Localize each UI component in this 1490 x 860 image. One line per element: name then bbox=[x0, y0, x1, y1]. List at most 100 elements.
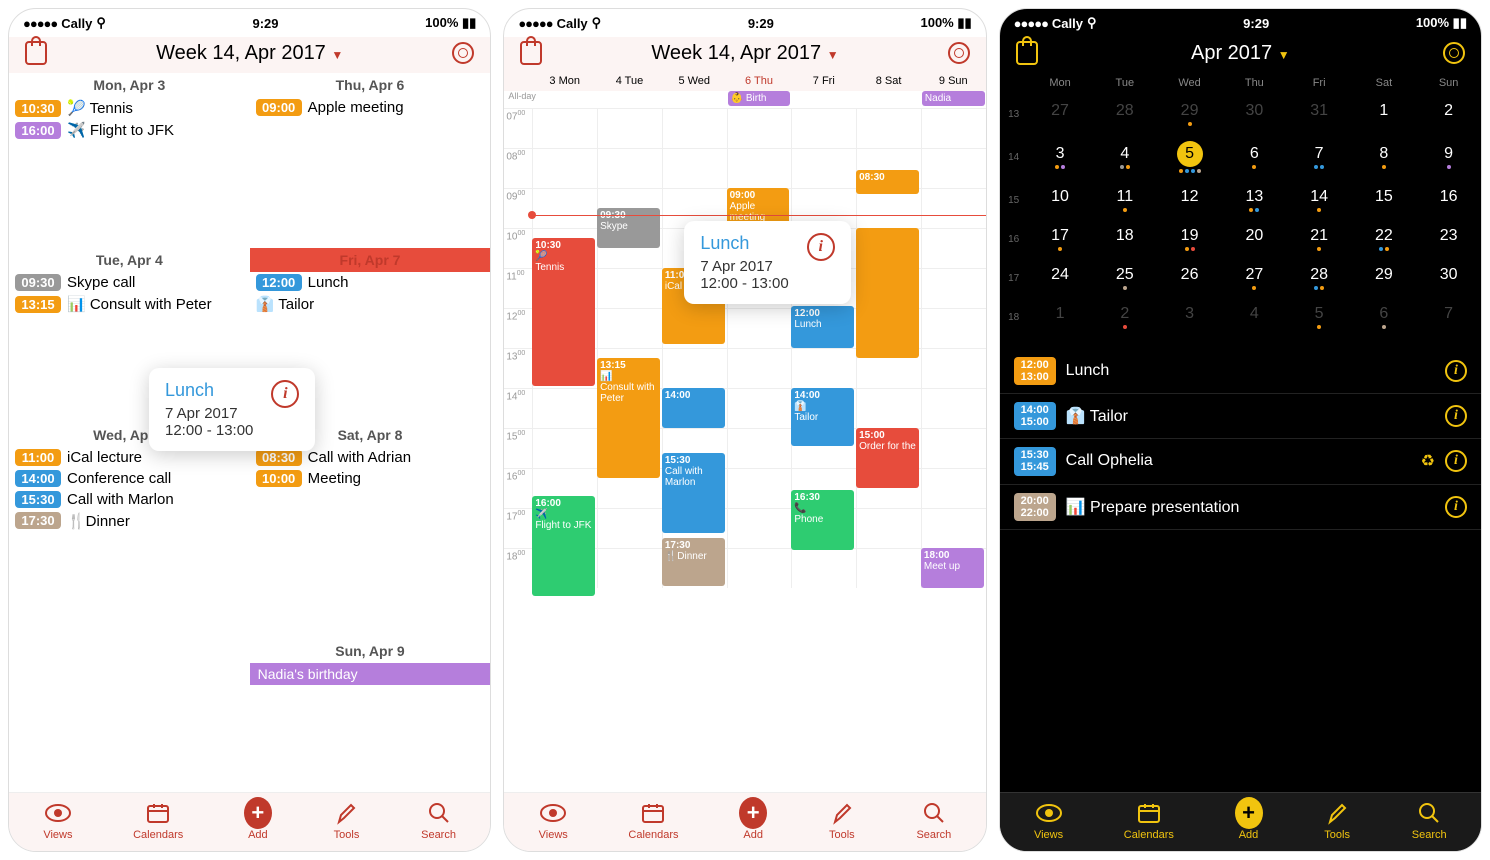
info-icon[interactable]: i bbox=[1445, 405, 1467, 427]
event-popup[interactable]: Lunch7 Apr 201712:00 - 13:00i bbox=[684, 221, 850, 304]
event[interactable]: 10:30🎾Tennis bbox=[532, 238, 595, 386]
tab-calendars[interactable]: Calendars bbox=[628, 799, 678, 841]
event[interactable]: 13:15📊Consult with Peter bbox=[597, 358, 660, 478]
day-cell[interactable]: 3 bbox=[1028, 143, 1093, 172]
tab-tools[interactable]: Tools bbox=[1323, 799, 1351, 841]
tab-add[interactable]: +Add bbox=[1235, 799, 1263, 841]
event[interactable]: 08:30 bbox=[856, 170, 919, 194]
tab-search[interactable]: Search bbox=[916, 799, 951, 841]
day-cell[interactable]: 11 bbox=[1092, 186, 1157, 215]
day-cell[interactable]: 31 bbox=[1287, 100, 1352, 129]
event[interactable]: 14:00Conference call bbox=[9, 468, 250, 489]
gear-icon[interactable] bbox=[1443, 42, 1465, 64]
day-cell[interactable]: 3 bbox=[1157, 303, 1222, 332]
shop-icon[interactable] bbox=[520, 41, 542, 65]
day-cell[interactable]: 28 bbox=[1092, 100, 1157, 129]
shop-icon[interactable] bbox=[25, 41, 47, 65]
info-icon[interactable]: i bbox=[1445, 496, 1467, 518]
event-popup[interactable]: Lunch7 Apr 201712:00 - 13:00i bbox=[149, 368, 315, 451]
day-cell[interactable]: 14 bbox=[1287, 186, 1352, 215]
day-cell[interactable]: 28 bbox=[1287, 264, 1352, 293]
day-cell[interactable]: 16 bbox=[1416, 186, 1481, 215]
tab-search[interactable]: Search bbox=[1412, 799, 1447, 841]
tab-calendars[interactable]: Calendars bbox=[1124, 799, 1174, 841]
event[interactable]: 15:30Call with Marlon bbox=[662, 453, 725, 533]
day-cell[interactable]: 17 bbox=[1028, 225, 1093, 254]
tab-add[interactable]: +Add bbox=[739, 799, 767, 841]
event[interactable]: 20:0022:00📊 Prepare presentationi bbox=[1000, 485, 1481, 530]
allday-event[interactable]: Nadia's birthday bbox=[250, 663, 491, 685]
day-cell[interactable]: 26 bbox=[1157, 264, 1222, 293]
tab-views[interactable]: Views bbox=[539, 799, 568, 841]
day-cell[interactable]: 20 bbox=[1222, 225, 1287, 254]
day-cell[interactable]: 9 bbox=[1416, 143, 1481, 172]
event[interactable]: 14:00 bbox=[662, 388, 725, 428]
allday-event[interactable]: Nadia bbox=[922, 91, 985, 106]
day-cell[interactable]: 7 bbox=[1416, 303, 1481, 332]
event[interactable]: 16:00✈️ Flight to JFK bbox=[9, 119, 250, 141]
event[interactable]: 15:00Order for the bbox=[856, 428, 919, 488]
day-cell[interactable]: 13 bbox=[1222, 186, 1287, 215]
event[interactable]: 14:0015:00👔 Tailori bbox=[1000, 394, 1481, 439]
day-cell[interactable]: 23 bbox=[1416, 225, 1481, 254]
day-cell[interactable]: 18 bbox=[1092, 225, 1157, 254]
day-cell[interactable]: 4 bbox=[1092, 143, 1157, 172]
day-cell[interactable]: 19 bbox=[1157, 225, 1222, 254]
day-cell[interactable]: 8 bbox=[1351, 143, 1416, 172]
info-icon[interactable]: i bbox=[807, 233, 835, 261]
info-icon[interactable]: i bbox=[1445, 360, 1467, 382]
tab-views[interactable]: Views bbox=[1034, 799, 1063, 841]
day-cell[interactable]: 2 bbox=[1092, 303, 1157, 332]
day-cell[interactable]: 7 bbox=[1287, 143, 1352, 172]
tab-views[interactable]: Views bbox=[43, 799, 72, 841]
day-cell[interactable]: 25 bbox=[1092, 264, 1157, 293]
gear-icon[interactable] bbox=[948, 42, 970, 64]
event[interactable]: 👔 Tailor bbox=[250, 293, 491, 315]
event[interactable]: 12:00Lunch bbox=[250, 272, 491, 293]
tab-search[interactable]: Search bbox=[421, 799, 456, 841]
day-cell[interactable]: 6 bbox=[1351, 303, 1416, 332]
day-cell[interactable]: 29 bbox=[1351, 264, 1416, 293]
shop-icon[interactable] bbox=[1016, 41, 1038, 65]
day-cell[interactable]: 12 bbox=[1157, 186, 1222, 215]
day-cell[interactable]: 30 bbox=[1416, 264, 1481, 293]
event[interactable]: 09:00Apple meeting bbox=[250, 97, 491, 118]
day-cell[interactable]: 24 bbox=[1028, 264, 1093, 293]
day-cell[interactable]: 1 bbox=[1028, 303, 1093, 332]
day-cell[interactable]: 27 bbox=[1028, 100, 1093, 129]
day-cell[interactable]: 22 bbox=[1351, 225, 1416, 254]
event[interactable]: 14:00👔Tailor bbox=[791, 388, 854, 446]
tab-tools[interactable]: Tools bbox=[332, 799, 360, 841]
event[interactable]: 18:00Meet up bbox=[921, 548, 984, 588]
info-icon[interactable]: i bbox=[1445, 450, 1467, 472]
event[interactable]: 17:30🍴Dinner bbox=[9, 510, 250, 532]
event[interactable]: 09:30Skype bbox=[597, 208, 660, 248]
day-cell[interactable]: 27 bbox=[1222, 264, 1287, 293]
day-cell[interactable]: 21 bbox=[1287, 225, 1352, 254]
day-cell[interactable]: 30 bbox=[1222, 100, 1287, 129]
allday-event[interactable]: 👶 Birth bbox=[728, 91, 791, 106]
day-cell[interactable]: 5 bbox=[1287, 303, 1352, 332]
day-cell[interactable]: 4 bbox=[1222, 303, 1287, 332]
info-icon[interactable]: i bbox=[271, 380, 299, 408]
event[interactable]: 16:00✈️Flight to JFK bbox=[532, 496, 595, 596]
event[interactable]: 10:00Meeting bbox=[250, 468, 491, 489]
tab-add[interactable]: +Add bbox=[244, 799, 272, 841]
event[interactable]: 12:00Lunch bbox=[791, 306, 854, 348]
event[interactable]: 15:3015:45Call Ophelia♻i bbox=[1000, 439, 1481, 484]
event[interactable]: 15:30Call with Marlon bbox=[9, 489, 250, 510]
day-cell[interactable]: 2 bbox=[1416, 100, 1481, 129]
day-cell[interactable]: 10 bbox=[1028, 186, 1093, 215]
day-cell[interactable]: 29 bbox=[1157, 100, 1222, 129]
event[interactable] bbox=[856, 228, 919, 358]
event[interactable]: 13:15📊 Consult with Peter bbox=[9, 293, 250, 315]
day-cell[interactable]: 5 bbox=[1157, 139, 1222, 176]
event[interactable]: 09:30Skype call bbox=[9, 272, 250, 293]
day-cell[interactable]: 1 bbox=[1351, 100, 1416, 129]
day-cell[interactable]: 15 bbox=[1351, 186, 1416, 215]
tab-calendars[interactable]: Calendars bbox=[133, 799, 183, 841]
event[interactable]: 17:30🍴Dinner bbox=[662, 538, 725, 586]
day-cell[interactable]: 6 bbox=[1222, 143, 1287, 172]
event[interactable]: 10:30🎾 Tennis bbox=[9, 97, 250, 119]
gear-icon[interactable] bbox=[452, 42, 474, 64]
